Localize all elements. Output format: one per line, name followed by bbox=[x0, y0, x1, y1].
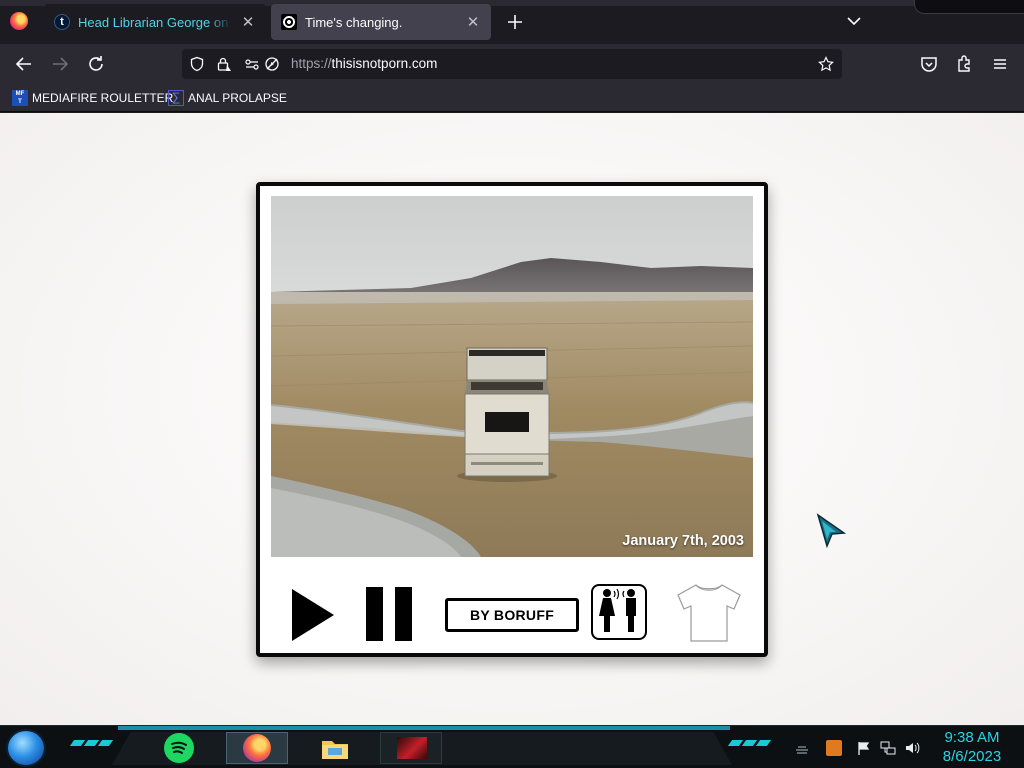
list-all-tabs-chevron-down-icon[interactable] bbox=[843, 10, 865, 32]
taskbar-game-button[interactable] bbox=[380, 732, 442, 764]
tab-title: Head Librarian George on Tumblr bbox=[78, 14, 232, 30]
share-people-icon[interactable] bbox=[591, 584, 647, 640]
taskbar: 9:38 AM 8/6/2023 bbox=[0, 725, 1024, 768]
mediafire-icon: MF T bbox=[12, 90, 28, 106]
autoplay-blocked-icon[interactable] bbox=[264, 56, 280, 72]
photo-image bbox=[271, 196, 753, 557]
taskbar-firefox-button[interactable] bbox=[226, 732, 288, 764]
network-icon[interactable] bbox=[880, 740, 896, 756]
pause-icon[interactable] bbox=[364, 587, 414, 641]
clock-time: 9:38 AM bbox=[944, 729, 1000, 746]
sigma-icon: ∑ bbox=[168, 90, 184, 106]
url-text[interactable]: https://thisisnotporn.com bbox=[291, 56, 437, 71]
new-tab-button[interactable] bbox=[503, 10, 527, 34]
tab-times-changing[interactable]: Time's changing. ✕ bbox=[271, 4, 491, 40]
shield-icon[interactable] bbox=[189, 56, 205, 72]
play-icon[interactable] bbox=[290, 587, 336, 643]
tab-strip: t Head Librarian George on Tumblr ✕ Time… bbox=[0, 0, 1024, 44]
bookmark-anal-prolapse[interactable]: ∑ ANAL PROLAPSE bbox=[168, 89, 287, 107]
taskbar-accent-rail bbox=[118, 726, 730, 730]
reload-icon[interactable] bbox=[84, 52, 108, 76]
tab-close-icon[interactable]: ✕ bbox=[465, 13, 481, 31]
tumblr-icon: t bbox=[54, 14, 70, 30]
photo-frame: January 7th, 2003 BY BORUFF bbox=[256, 182, 768, 657]
extensions-puzzle-icon[interactable] bbox=[953, 52, 977, 76]
taskbar-decoration-left bbox=[69, 740, 114, 746]
bookmark-label: ANAL PROLAPSE bbox=[188, 91, 287, 105]
system-clock[interactable]: 9:38 AM 8/6/2023 bbox=[930, 728, 1014, 766]
tab-title: Time's changing. bbox=[305, 14, 403, 30]
tshirt-icon[interactable] bbox=[674, 583, 744, 643]
mouse-cursor-icon bbox=[816, 513, 847, 549]
photo-date-caption: January 7th, 2003 bbox=[622, 533, 744, 549]
pocket-icon[interactable] bbox=[917, 52, 941, 76]
byline-button[interactable]: BY BORUFF bbox=[445, 598, 579, 632]
field-stove-photo: January 7th, 2003 bbox=[271, 196, 753, 557]
flag-icon[interactable] bbox=[856, 740, 872, 756]
show-hidden-icons-icon[interactable] bbox=[794, 740, 810, 756]
player-controls: BY BORUFF bbox=[260, 569, 764, 649]
firefox-icon bbox=[243, 734, 271, 762]
bookmark-label: MEDIAFIRE ROULETTER bbox=[32, 91, 174, 105]
plus-icon bbox=[508, 15, 522, 29]
navigation-toolbar: https://thisisnotporn.com bbox=[0, 44, 1024, 84]
tab-close-icon[interactable]: ✕ bbox=[240, 13, 256, 31]
hamburger-menu-icon[interactable] bbox=[988, 52, 1012, 76]
file-explorer-icon[interactable] bbox=[320, 733, 350, 763]
theme-notch-decoration bbox=[914, 0, 1024, 14]
lock-warning-icon[interactable] bbox=[216, 56, 232, 72]
url-host: thisisnotporn.com bbox=[331, 56, 438, 71]
app-tray-icon[interactable] bbox=[826, 740, 842, 756]
bookmark-star-icon[interactable] bbox=[818, 56, 834, 72]
forward-arrow-icon[interactable] bbox=[48, 52, 72, 76]
game-window-thumbnail bbox=[397, 737, 427, 759]
clock-date: 8/6/2023 bbox=[942, 748, 1002, 765]
tab-tumblr[interactable]: t Head Librarian George on Tumblr ✕ bbox=[44, 4, 266, 40]
permissions-icon[interactable] bbox=[244, 56, 260, 72]
firefox-view-icon[interactable] bbox=[10, 12, 28, 30]
web-page-content: January 7th, 2003 BY BORUFF bbox=[0, 113, 1024, 725]
spotify-icon[interactable] bbox=[164, 733, 194, 763]
bookmarks-toolbar: MF T MEDIAFIRE ROULETTER ∑ ANAL PROLAPSE bbox=[0, 84, 1024, 112]
spiral-icon bbox=[281, 14, 297, 30]
start-orb-icon[interactable] bbox=[8, 731, 44, 765]
bookmark-mediafire-rouletter[interactable]: MF T MEDIAFIRE ROULETTER bbox=[12, 89, 173, 107]
back-arrow-icon[interactable] bbox=[12, 52, 36, 76]
url-scheme: https:// bbox=[291, 56, 332, 71]
volume-icon[interactable] bbox=[904, 740, 920, 756]
url-bar[interactable]: https://thisisnotporn.com bbox=[182, 49, 842, 79]
taskbar-decoration-right bbox=[727, 740, 772, 746]
